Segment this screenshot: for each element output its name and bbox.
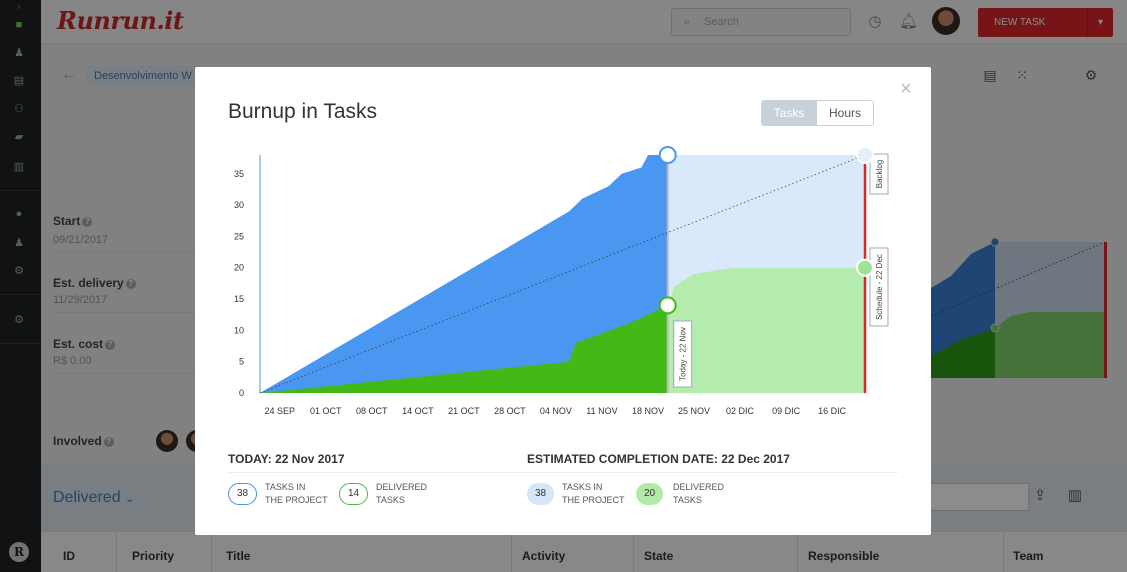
today-scope-point	[658, 146, 677, 164]
y-tick-label: 0	[239, 388, 244, 398]
x-tick-label: 21 OCT	[448, 406, 480, 416]
estimate-delivered-label-line2: TASKS	[673, 495, 702, 505]
toggle-hours[interactable]: Hours	[816, 101, 873, 125]
estimate-tasks-label-line2: THE PROJECT	[562, 495, 625, 505]
x-tick-label: 28 OCT	[494, 406, 526, 416]
y-tick-label: 10	[234, 325, 244, 335]
burnup-modal: Burnup in Tasks × Tasks Hours 0 5 10 15 20 25…	[195, 67, 931, 535]
x-tick-label: 24 SEP	[264, 406, 295, 416]
schedule-scope-point	[856, 146, 874, 164]
y-tick-label: 35	[234, 169, 244, 179]
today-delivered-label-line2: TASKS	[376, 495, 405, 505]
today-tasks-label-line2: THE PROJECT	[265, 495, 328, 505]
today-heading: TODAY: 22 Nov 2017	[228, 452, 345, 466]
today-delivered-label-line1: DELIVERED	[376, 482, 428, 492]
x-tick-label: 01 OCT	[310, 406, 342, 416]
estimate-heading: ESTIMATED COMPLETION DATE: 22 Dec 2017	[527, 452, 790, 466]
today-label-text: Today - 22 Nov	[679, 327, 688, 381]
y-tick-label: 5	[239, 357, 244, 367]
today-delivered-label: DELIVERED TASKS	[376, 481, 446, 507]
y-tick-label: 20	[234, 263, 244, 273]
x-tick-label: 02 DIC	[726, 406, 755, 416]
estimate-tasks-label: TASKS IN THE PROJECT	[562, 481, 632, 507]
x-tick-label: 04 NOV	[540, 406, 572, 416]
burnup-chart: 0 5 10 15 20 25 30 35 24 SEP 01 OCT 08 OCT 14 OCT 21…	[234, 146, 889, 416]
backlog-label-text: Backlog	[875, 160, 884, 188]
y-tick-label: 15	[234, 294, 244, 304]
estimate-tasks-count: 38	[527, 483, 554, 505]
schedule-label: Schedule - 22 Dec	[869, 247, 889, 327]
x-tick-label: 16 DIC	[818, 406, 847, 416]
close-icon[interactable]: ×	[900, 79, 912, 99]
estimate-delivered-label-line1: DELIVERED	[673, 482, 725, 492]
estimate-tasks-label-line1: TASKS IN	[562, 482, 603, 492]
modal-title: Burnup in Tasks	[228, 100, 378, 123]
schedule-label-text: Schedule - 22 Dec	[875, 254, 884, 320]
today-tasks-count: 38	[228, 483, 257, 505]
x-tick-label: 25 NOV	[678, 406, 710, 416]
x-tick-label: 18 NOV	[632, 406, 664, 416]
units-toggle: Tasks Hours	[761, 100, 874, 126]
y-tick-label: 30	[234, 200, 244, 210]
toggle-tasks[interactable]: Tasks	[762, 101, 816, 125]
schedule-delivered-point	[856, 258, 874, 277]
x-tick-label: 14 OCT	[402, 406, 434, 416]
y-tick-label: 25	[234, 231, 244, 241]
stats-divider	[228, 472, 898, 473]
x-tick-label: 09 DIC	[772, 406, 801, 416]
estimate-delivered-label: DELIVERED TASKS	[673, 481, 743, 507]
backlog-label: Backlog	[869, 153, 889, 195]
today-delivered-point	[658, 296, 677, 315]
x-tick-label: 08 OCT	[356, 406, 388, 416]
estimate-delivered-count: 20	[636, 483, 663, 505]
delivered-projection-area	[667, 267, 865, 393]
today-tasks-label: TASKS IN THE PROJECT	[265, 481, 335, 507]
today-tasks-label-line1: TASKS IN	[265, 482, 306, 492]
today-label: Today - 22 Nov	[673, 320, 693, 388]
x-tick-label: 11 NOV	[586, 406, 617, 416]
today-delivered-count: 14	[339, 483, 368, 505]
